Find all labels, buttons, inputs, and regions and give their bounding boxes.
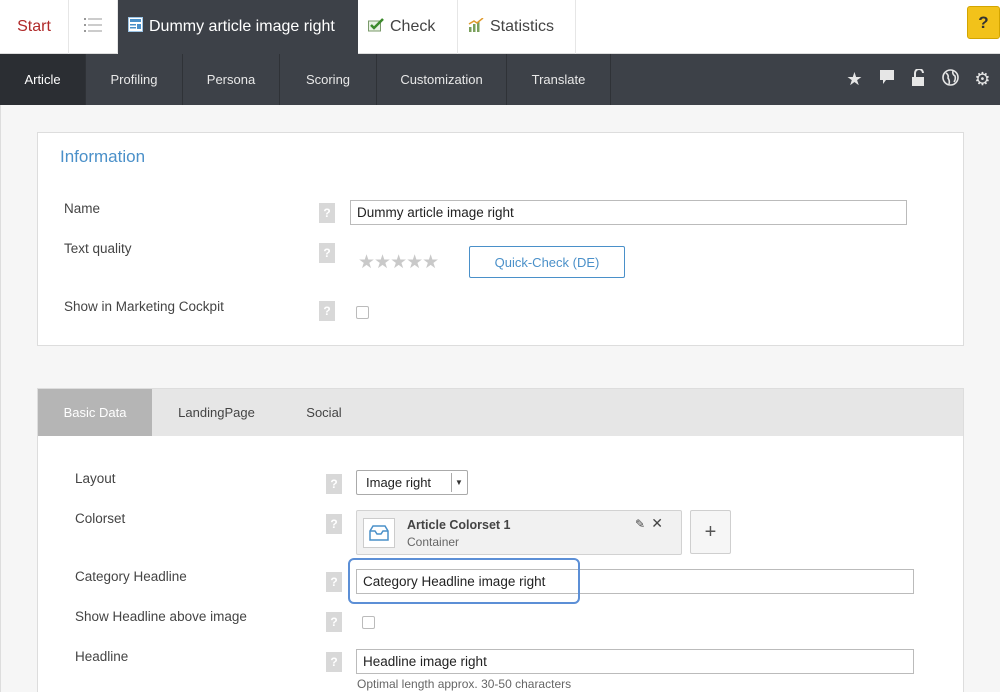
subnav-translate[interactable]: Translate <box>507 54 611 105</box>
layout-select[interactable]: Image right ▼ <box>356 470 468 495</box>
headline-hint: Optimal length approx. 30-50 characters <box>357 677 572 691</box>
layout-select-value: Image right <box>366 475 432 490</box>
tab-landingpage[interactable]: LandingPage <box>152 389 281 436</box>
basic-data-tabs: Basic Data LandingPage Social <box>38 389 963 436</box>
tab-basic-data[interactable]: Basic Data <box>38 389 152 436</box>
layout-help-icon[interactable]: ? <box>326 474 342 494</box>
basic-data-panel: Basic Data LandingPage Social Layout ? I… <box>37 388 964 692</box>
tab-start[interactable]: Start <box>0 0 69 54</box>
list-icon <box>84 17 102 38</box>
subnav-customization[interactable]: Customization <box>377 54 507 105</box>
headline-input[interactable]: Headline image right <box>356 649 914 674</box>
tab-social[interactable]: Social <box>281 389 367 436</box>
help-button[interactable]: ? <box>967 6 1000 39</box>
chevron-down-icon: ▼ <box>451 473 466 492</box>
headline-help-icon[interactable]: ? <box>326 652 342 672</box>
text-quality-stars: ★★★★★ <box>358 252 439 273</box>
subnav-profiling[interactable]: Profiling <box>86 54 183 105</box>
content-area: Information Name ? Dummy article image r… <box>0 105 1000 692</box>
marketing-cockpit-help-icon[interactable]: ? <box>319 301 335 321</box>
tab-list[interactable] <box>69 0 118 54</box>
category-headline-help-icon[interactable]: ? <box>326 572 342 592</box>
subnav-article[interactable]: Article <box>0 54 86 105</box>
pencil-icon[interactable]: ✎ <box>635 517 645 531</box>
tab-start-label: Start <box>17 18 51 35</box>
focus-highlight <box>348 558 580 604</box>
name-label: Name <box>64 201 101 216</box>
colorset-label: Colorset <box>75 511 126 526</box>
tab-statistics[interactable]: Statistics <box>458 0 576 54</box>
tab-check[interactable]: Check <box>358 0 458 54</box>
tab-check-label: Check <box>390 18 436 35</box>
text-quality-label: Text quality <box>64 241 132 256</box>
subnav-scoring[interactable]: Scoring <box>280 54 377 105</box>
category-headline-label: Category Headline <box>75 569 187 584</box>
tab-document-label: Dummy article image right <box>149 18 335 35</box>
star-icon[interactable]: ★ <box>845 69 864 90</box>
subnav-persona[interactable]: Persona <box>183 54 280 105</box>
check-icon <box>368 17 384 37</box>
comment-icon[interactable] <box>877 69 896 90</box>
tab-document[interactable]: Dummy article image right <box>118 0 358 54</box>
show-headline-help-icon[interactable]: ? <box>326 612 342 632</box>
name-help-icon[interactable]: ? <box>319 203 335 223</box>
plus-icon: + <box>704 520 717 543</box>
marketing-cockpit-checkbox[interactable] <box>356 306 369 319</box>
colorset-name: Article Colorset 1 <box>407 518 511 532</box>
gear-icon[interactable]: ⚙ <box>973 69 992 90</box>
top-tab-bar: Start Dummy article image right Check St… <box>0 0 1000 54</box>
tab-statistics-label: Statistics <box>490 18 555 35</box>
add-colorset-button[interactable]: + <box>690 510 731 554</box>
quick-check-button[interactable]: Quick-Check (DE) <box>469 246 625 278</box>
layout-label: Layout <box>75 471 116 486</box>
information-title: Information <box>60 147 146 166</box>
name-input[interactable]: Dummy article image right <box>350 200 907 225</box>
colorset-help-icon[interactable]: ? <box>326 514 342 534</box>
marketing-cockpit-label: Show in Marketing Cockpit <box>64 299 224 314</box>
show-headline-label: Show Headline above image <box>75 609 247 624</box>
colorset-item[interactable]: Article Colorset 1 Container ✎ ✕ <box>356 510 682 555</box>
colorset-type: Container <box>407 535 460 549</box>
unlock-icon[interactable] <box>909 67 928 91</box>
nav-icon-group: ★ ⚙ <box>845 54 992 105</box>
document-icon <box>128 17 143 37</box>
headline-label: Headline <box>75 649 129 664</box>
information-panel: Information Name ? Dummy article image r… <box>37 132 964 346</box>
text-quality-help-icon[interactable]: ? <box>319 243 335 263</box>
close-icon[interactable]: ✕ <box>651 515 663 532</box>
sub-navigation: Article Profiling Persona Scoring Custom… <box>0 54 1000 105</box>
chart-icon <box>468 16 484 37</box>
show-headline-checkbox[interactable] <box>362 616 375 629</box>
container-icon <box>363 518 395 548</box>
globe-icon[interactable] <box>941 68 960 91</box>
